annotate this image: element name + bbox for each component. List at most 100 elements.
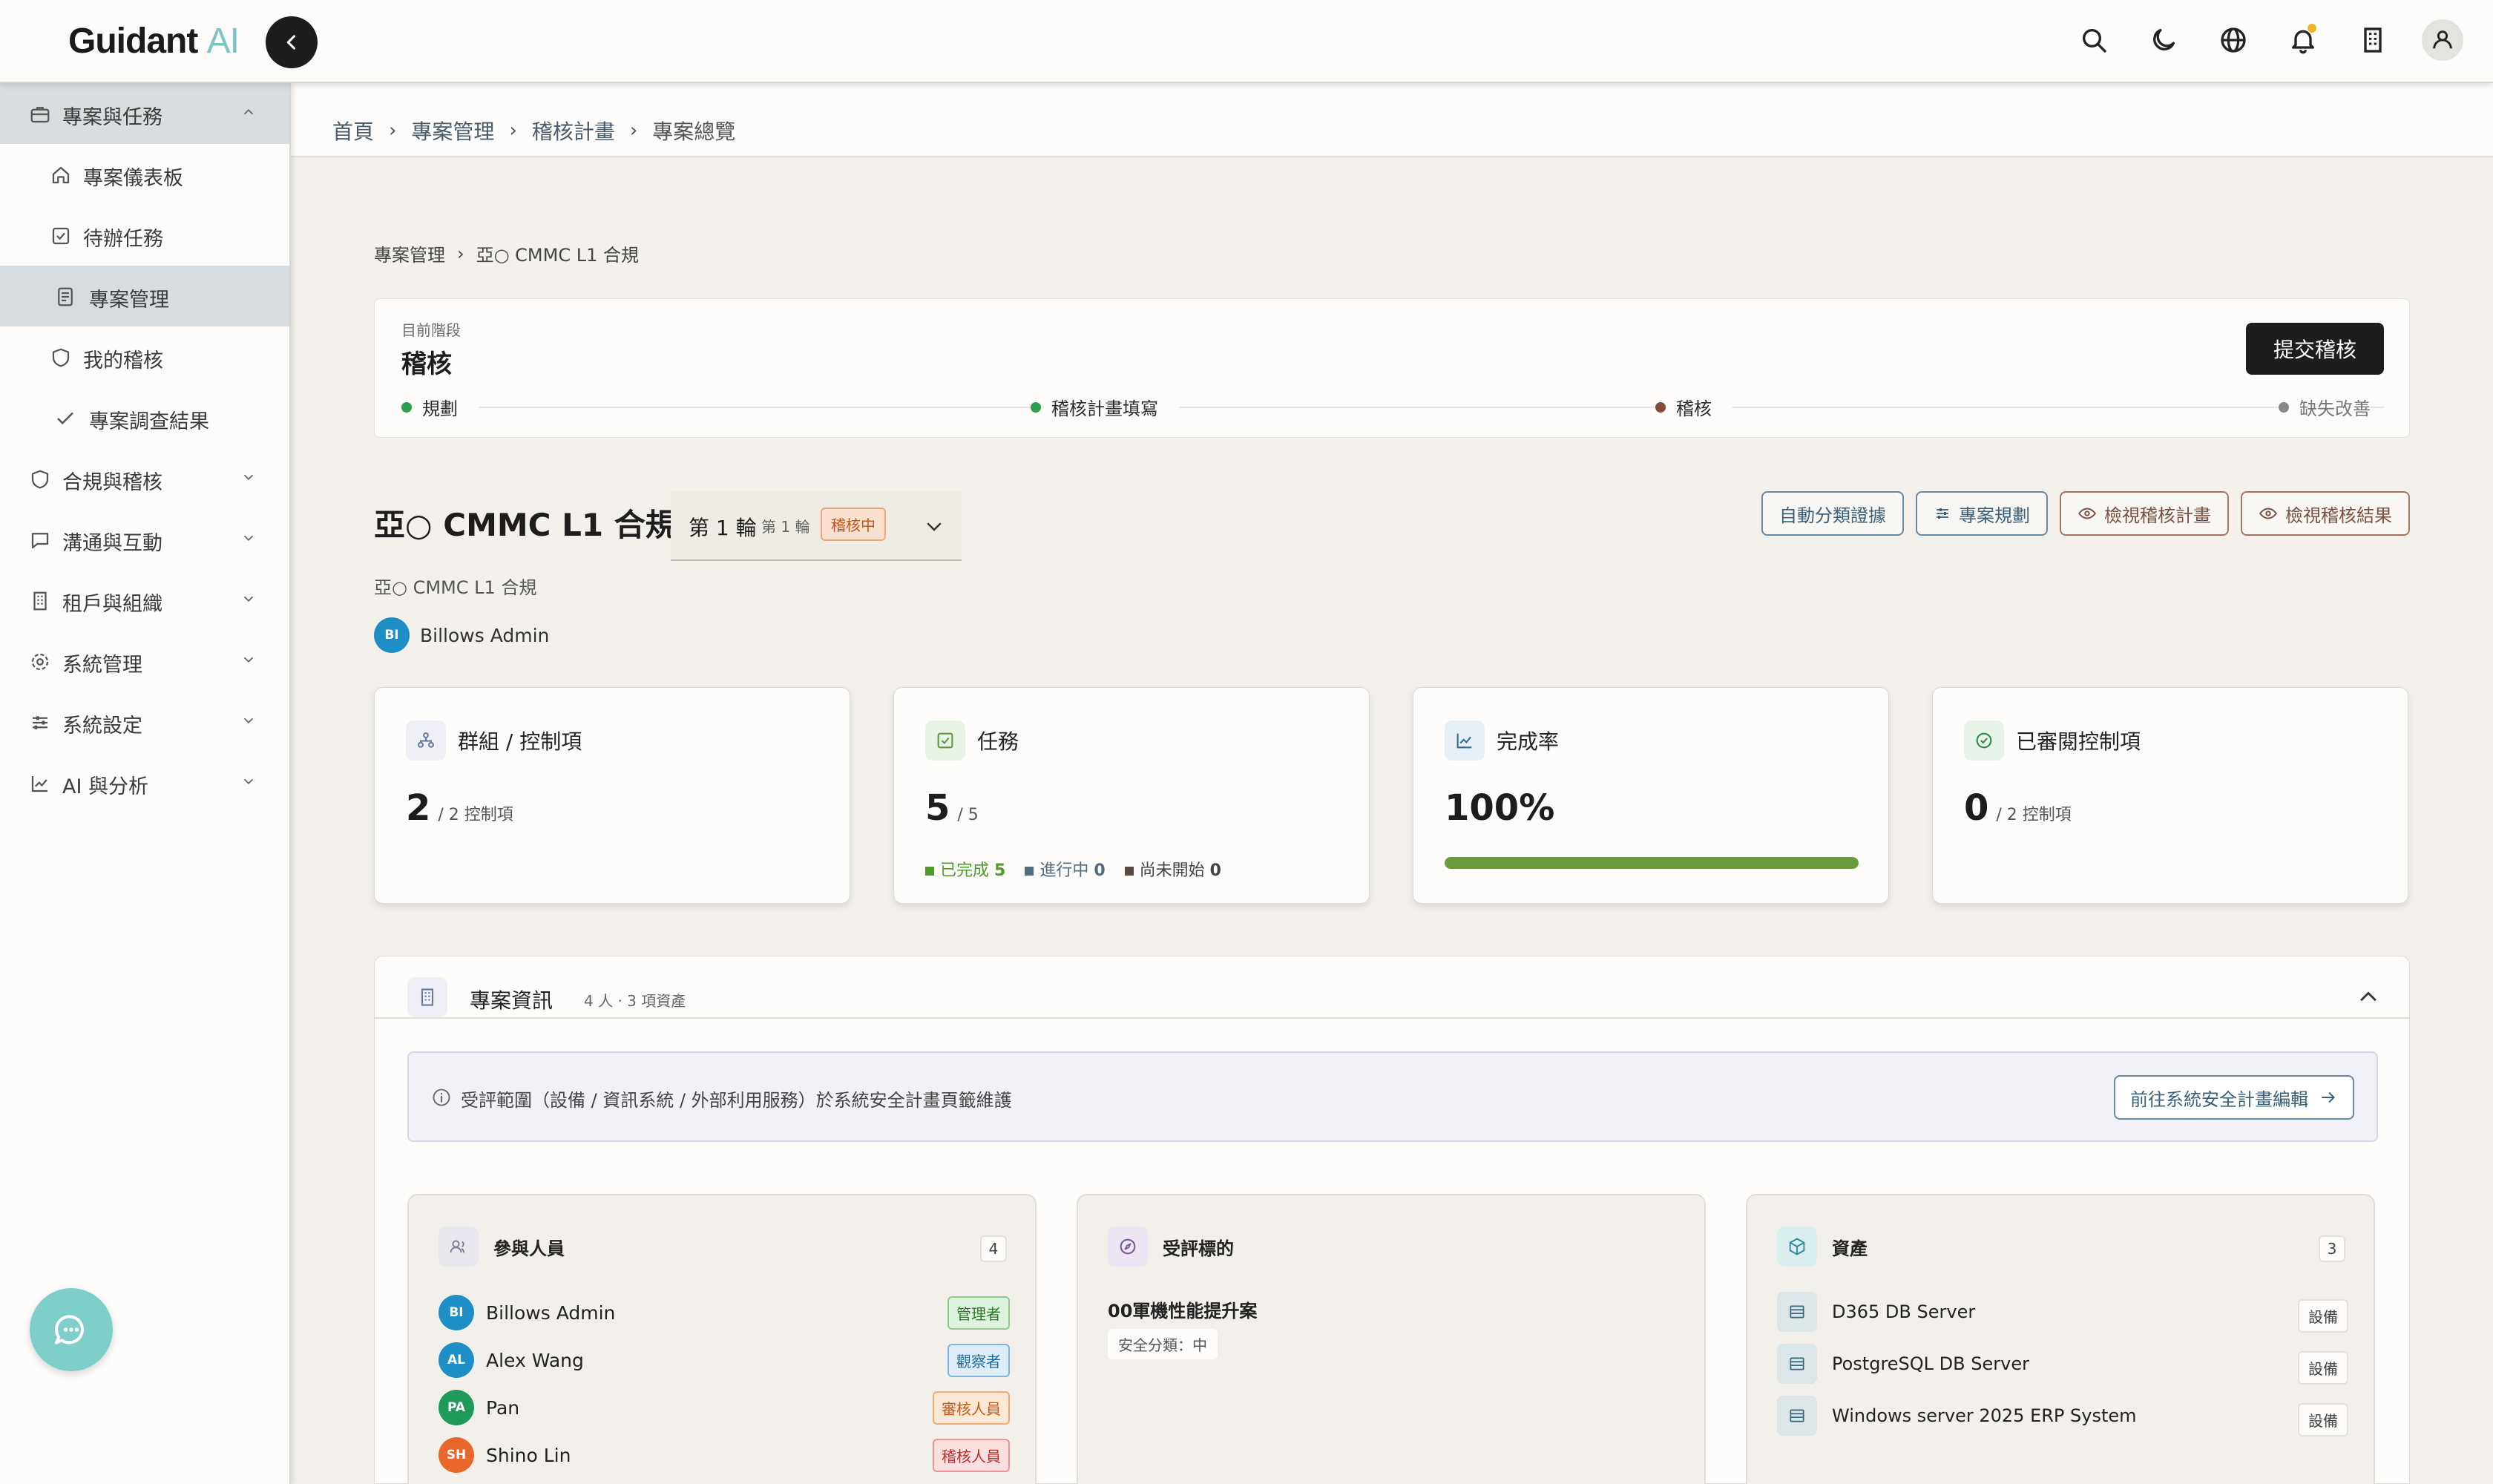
owner-name: Billows Admin [420, 624, 550, 646]
chat-assistant-button[interactable] [30, 1288, 113, 1371]
sidebar-item-label: 專案與任務 [62, 106, 162, 129]
breadcrumb-home[interactable]: 首頁 [332, 116, 374, 145]
stat-value: 100% [1445, 787, 1555, 829]
home-icon [49, 163, 73, 187]
stat-title: 完成率 [1497, 729, 1560, 754]
breadcrumb-audit-plan[interactable]: 稽核計畫 [532, 116, 615, 145]
compass-icon [1108, 1227, 1148, 1267]
chevron-right-icon: › [629, 119, 638, 142]
building-icon [407, 977, 447, 1017]
asset-name: D365 DB Server [1832, 1301, 1976, 1322]
notifications-button[interactable] [2282, 19, 2324, 61]
organization-button[interactable] [2352, 19, 2394, 61]
project-planning-button[interactable]: 專案規劃 [1916, 491, 2048, 536]
sub-breadcrumb-link[interactable]: 專案管理 [374, 240, 445, 266]
auto-classify-evidence-button[interactable]: 自動分類證據 [1761, 491, 1904, 536]
go-to-ssp-button[interactable]: 前往系統安全計畫編輯 [2114, 1075, 2354, 1120]
check-icon [53, 407, 77, 430]
chevron-left-icon [286, 35, 296, 50]
breadcrumb-project-management[interactable]: 專案管理 [411, 116, 494, 145]
sidebar-item-my-audits[interactable]: 我的稽核 [0, 326, 289, 387]
assets-count: 3 [2319, 1235, 2345, 1262]
chevron-right-icon: › [509, 119, 517, 142]
building-icon [2364, 27, 2382, 53]
cube-icon [1777, 1227, 1817, 1267]
stat-suffix: / 5 [957, 806, 979, 824]
server-icon [1777, 1396, 1817, 1436]
participant-row: BI Billows Admin 管理者 [439, 1293, 1010, 1332]
participants-title: 參與人員 [493, 1238, 565, 1259]
sidebar-item-label: 租戶與組織 [62, 593, 162, 616]
theme-toggle-button[interactable] [2143, 19, 2184, 61]
legend-done: 已完成 5 [925, 857, 1005, 881]
chevron-up-icon[interactable] [2356, 985, 2381, 1013]
sidebar-item-label: 待辦任務 [83, 228, 163, 251]
building-icon [28, 589, 52, 613]
sidebar-group-system-admin[interactable]: 系統管理 [0, 631, 289, 692]
participant-name: Billows Admin [486, 1301, 616, 1324]
avatar: PA [439, 1390, 474, 1425]
security-category-tag: 安全分類：中 [1108, 1329, 1218, 1359]
shield-icon [49, 346, 73, 370]
participants-count: 4 [980, 1235, 1007, 1262]
chat-icon [28, 528, 52, 552]
assets-card: 資產 3 D365 DB Server 設備 PostgreSQL DB Ser… [1746, 1194, 2375, 1484]
project-info-panel: 專案資訊 4 人 · 3 項資產 受評範圍（設備 / 資訊系統 / 外部利用服務… [374, 956, 2410, 1484]
asset-row: PostgreSQL DB Server 設備 [1777, 1344, 2348, 1385]
chevron-down-icon [240, 711, 257, 734]
sidebar-group-ai-analytics[interactable]: AI 與分析 [0, 752, 289, 813]
search-button[interactable] [2073, 19, 2115, 61]
chart-icon [28, 772, 52, 795]
submit-audit-button[interactable]: 提交稽核 [2246, 323, 2384, 375]
stage-step: 缺失改善 [2279, 394, 2371, 420]
chevron-up-icon [240, 102, 257, 125]
collapse-sidebar-button[interactable] [266, 16, 318, 68]
stage-card: 目前階段 稽核 提交稽核 規劃 稽核計畫填寫 稽核 缺失改善 [374, 298, 2410, 438]
view-audit-plan-button[interactable]: 檢視稽核計畫 [2060, 491, 2229, 536]
round-select[interactable]: 第 1 輪 第 1 輪 稽核中 [671, 491, 962, 561]
sidebar-group-tenants[interactable]: 租戶與組織 [0, 570, 289, 631]
role-badge: 管理者 [947, 1296, 1010, 1330]
trend-chart-icon [1445, 720, 1485, 761]
stat-value: 5 [925, 787, 950, 829]
app-logo[interactable]: Guidant AI [68, 21, 240, 62]
stat-value: 0 [1964, 787, 1989, 829]
sidebar-item-project-management[interactable]: 專案管理 [0, 266, 289, 326]
sidebar-item-label: 專案管理 [89, 289, 169, 312]
sidebar-item-label: 專案儀表板 [83, 167, 183, 190]
chevron-right-icon: › [389, 119, 397, 142]
search-icon [2083, 29, 2106, 53]
sidebar-item-dashboard[interactable]: 專案儀表板 [0, 144, 289, 205]
hierarchy-icon [406, 720, 446, 761]
step-dot [401, 401, 412, 413]
asset-name: Windows server 2025 ERP System [1832, 1405, 2137, 1426]
project-info-header[interactable]: 專案資訊 4 人 · 3 項資產 [375, 956, 2409, 1019]
stage-label: 目前階段 [401, 321, 461, 339]
sidebar-item-todo[interactable]: 待辦任務 [0, 205, 289, 266]
avatar: BI [374, 617, 410, 653]
top-bar: Guidant AI [0, 0, 2493, 83]
user-menu-button[interactable] [2422, 19, 2463, 61]
legend-in-progress: 進行中 0 [1025, 857, 1106, 881]
shield-icon [28, 467, 52, 491]
sidebar-group-compliance[interactable]: 合規與稽核 [0, 448, 289, 509]
stat-card-groups: 群組 / 控制項 2 / 2 控制項 [374, 687, 850, 904]
sidebar: 專案與任務 專案儀表板 待辦任務 專案管理 我的稽核 專案調查結果 合規與稽核 … [0, 83, 291, 1484]
stat-suffix: / 2 控制項 [438, 806, 513, 824]
task-legend: 已完成 5 進行中 0 尚未開始 0 [925, 857, 1221, 881]
document-icon [53, 285, 77, 309]
view-audit-results-button[interactable]: 檢視稽核結果 [2241, 491, 2410, 536]
sidebar-item-findings[interactable]: 專案調查結果 [0, 387, 289, 448]
sidebar-group-communication[interactable]: 溝通與互動 [0, 509, 289, 570]
stat-suffix: / 2 控制項 [1996, 806, 2072, 824]
asset-name: PostgreSQL DB Server [1832, 1353, 2029, 1374]
project-title: 亞○ CMMC L1 合規 [374, 507, 677, 543]
sub-breadcrumb: 專案管理 › 亞○ CMMC L1 合規 [374, 240, 639, 266]
sidebar-group-settings[interactable]: 系統設定 [0, 692, 289, 752]
scope-notice: 受評範圍（設備 / 資訊系統 / 外部利用服務）於系統安全計畫頁籤維護 前往系統… [407, 1051, 2378, 1142]
language-button[interactable] [2213, 19, 2254, 61]
sidebar-item-label: AI 與分析 [62, 775, 149, 798]
sidebar-group-projects[interactable]: 專案與任務 [0, 83, 289, 144]
scope-notice-text: 受評範圍（設備 / 資訊系統 / 外部利用服務）於系統安全計畫頁籤維護 [461, 1090, 1012, 1111]
legend-not-started: 尚未開始 0 [1124, 857, 1221, 881]
